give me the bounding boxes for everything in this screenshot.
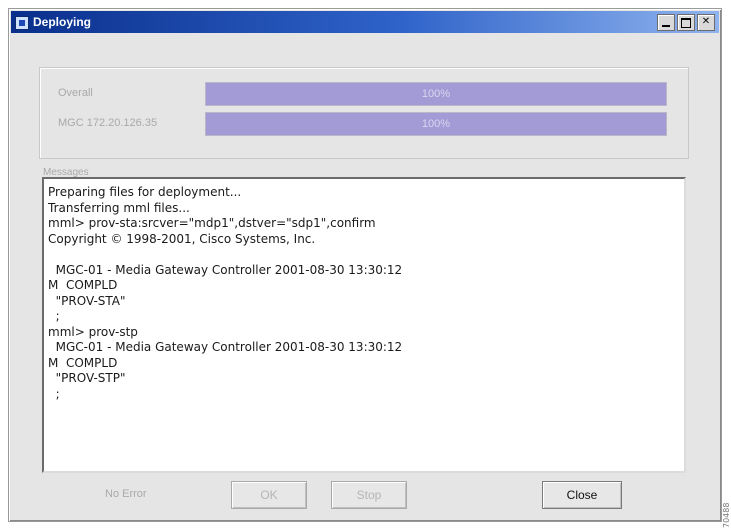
message-line: Copyright © 1998-2001, Cisco Systems, In… bbox=[48, 231, 316, 246]
message-line: ; bbox=[48, 309, 60, 323]
window-title: Deploying bbox=[33, 15, 92, 29]
stop-button[interactable]: Stop bbox=[331, 481, 407, 509]
window-controls: ✕ bbox=[657, 14, 715, 31]
overall-progress-text: 100% bbox=[421, 88, 451, 100]
message-line: "PROV-STP" bbox=[48, 371, 126, 385]
message-line: Transferring mml files... bbox=[48, 200, 190, 215]
host-progress-text: 100% bbox=[421, 118, 451, 130]
close-icon[interactable]: ✕ bbox=[697, 14, 715, 31]
message-line: M COMPLD bbox=[48, 355, 118, 370]
dialog-footer: No Error OK Stop Close bbox=[9, 479, 721, 511]
app-icon bbox=[15, 16, 29, 30]
message-line: mml> prov-stp bbox=[48, 324, 138, 339]
message-line: "PROV-STA" bbox=[48, 293, 126, 308]
maximize-icon[interactable] bbox=[677, 14, 695, 31]
ok-button[interactable]: OK bbox=[231, 481, 307, 509]
deploying-dialog: Deploying ✕ Overall 100% MGC 172.20.126.… bbox=[8, 8, 722, 522]
progress-group: Overall 100% MGC 172.20.126.35 100% bbox=[39, 67, 689, 159]
message-line: MGC-01 - Media Gateway Controller 2001-0… bbox=[48, 340, 403, 354]
overall-label: Overall bbox=[58, 87, 93, 99]
close-button[interactable]: Close bbox=[542, 481, 622, 509]
message-line: ; bbox=[48, 386, 60, 401]
host-progress-row: MGC 172.20.126.35 100% bbox=[40, 112, 688, 136]
figure-id: 70488 bbox=[722, 502, 731, 528]
title-bar[interactable]: Deploying ✕ bbox=[11, 11, 719, 33]
message-line: MGC-01 - Media Gateway Controller 2001-0… bbox=[48, 262, 403, 277]
message-line bbox=[48, 247, 678, 263]
messages-group: Messages Preparing files for deployment.… bbox=[39, 167, 693, 475]
message-line: M COMPLD bbox=[48, 278, 118, 292]
minimize-icon[interactable] bbox=[657, 14, 675, 31]
message-line: mml> prov-sta:srcver="mdp1",dstver="sdp1… bbox=[48, 216, 376, 230]
overall-progress-row: Overall 100% bbox=[40, 82, 688, 106]
host-progress-bar: 100% bbox=[205, 112, 667, 136]
status-text: No Error bbox=[105, 488, 147, 500]
host-label: MGC 172.20.126.35 bbox=[58, 117, 158, 129]
messages-textarea[interactable]: Preparing files for deployment... Transfe… bbox=[42, 177, 686, 473]
message-line: Preparing files for deployment... bbox=[48, 185, 242, 199]
overall-progress-bar: 100% bbox=[205, 82, 667, 106]
